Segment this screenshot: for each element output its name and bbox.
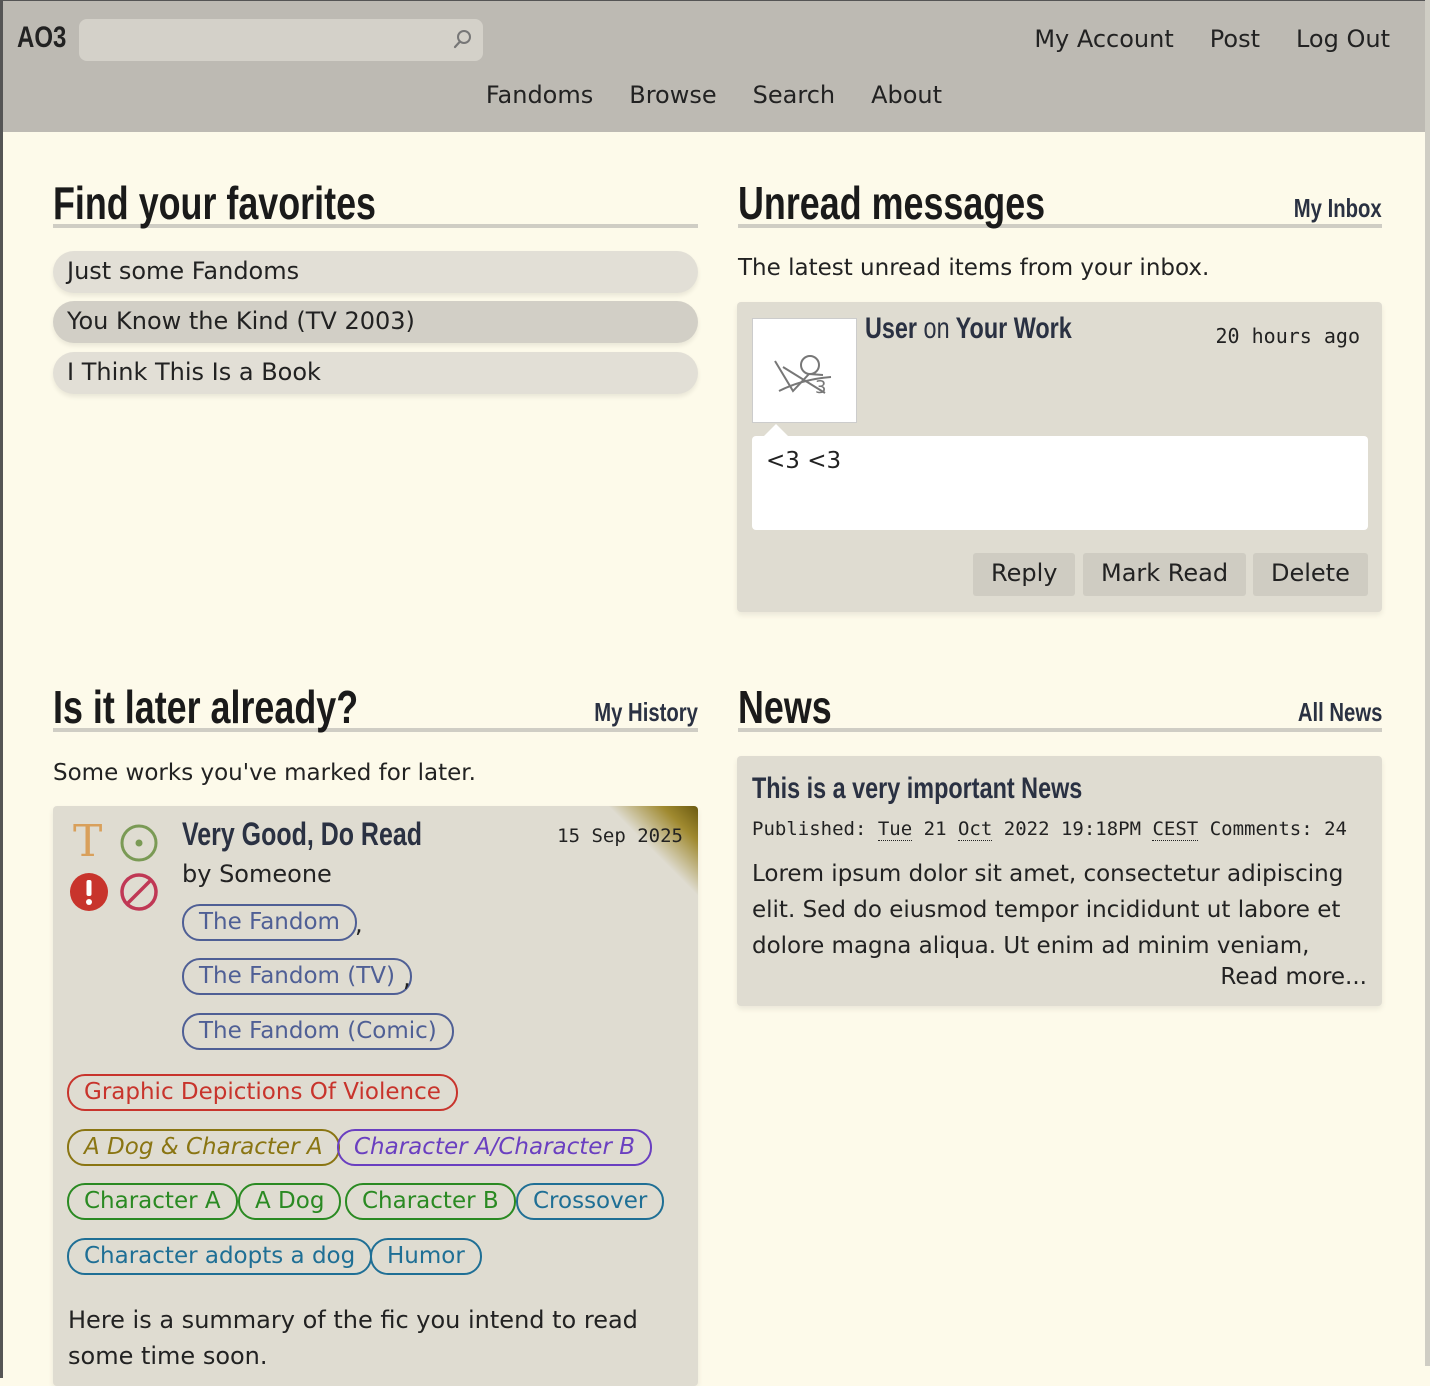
avatar[interactable]: 3 <box>752 318 857 423</box>
work-title-link[interactable]: Very Good, Do Read <box>182 816 422 853</box>
mark-read-button[interactable]: Mark Read <box>1083 553 1247 596</box>
svg-text:3: 3 <box>815 377 826 398</box>
site-logo[interactable]: AO3 <box>17 21 66 55</box>
published-timezone: CEST <box>1152 818 1199 841</box>
favorite-item[interactable]: I Think This Is a Book <box>53 352 698 394</box>
window-frame <box>0 0 3 1378</box>
news-header: News All News <box>738 681 1382 733</box>
published-label: Published: <box>752 818 867 840</box>
messages-intro: The latest unread items from your inbox. <box>738 255 1210 281</box>
favorite-item[interactable]: Just some Fandoms <box>53 251 698 293</box>
nav-post[interactable]: Post <box>1210 25 1260 53</box>
tag-separator: , <box>403 964 411 992</box>
nav-log-out[interactable]: Log Out <box>1296 25 1390 53</box>
message-title: User on Your Work <box>865 312 1072 346</box>
search-icon[interactable] <box>453 29 473 49</box>
read-more-link[interactable]: Read more... <box>1220 964 1367 990</box>
work-card: T Very Good, Do Read 15 Sep 2025 by Some… <box>53 806 698 1386</box>
later-header: Is it later already? My History <box>53 681 698 733</box>
news-item-title-link[interactable]: This is a very important News <box>752 772 1082 806</box>
character-tag[interactable]: A Dog <box>238 1183 342 1220</box>
tag-separator: , <box>355 910 363 938</box>
message-card: 3 User on Your Work 20 hours ago <3 <3 R… <box>737 302 1382 612</box>
fandom-tag[interactable]: The Fandom (TV) <box>182 958 412 995</box>
scrollbar[interactable] <box>1425 0 1430 1366</box>
fandom-tag[interactable]: The Fandom (Comic) <box>182 1013 454 1050</box>
nav-search[interactable]: Search <box>753 81 835 109</box>
comments-count: 24 <box>1324 818 1347 840</box>
news-meta: Published: Tue 21 Oct 2022 19:18PM CEST … <box>752 818 1347 841</box>
work-author-link[interactable]: by Someone <box>182 860 332 888</box>
freeform-tag[interactable]: Humor <box>370 1238 482 1275</box>
character-tag[interactable]: Character A <box>67 1183 238 1220</box>
message-work-link[interactable]: Your Work <box>956 312 1072 345</box>
news-excerpt: Lorem ipsum dolor sit amet, consectetur … <box>752 861 1344 959</box>
published-day: Tue <box>877 818 913 841</box>
favorites-title: Find your favorites <box>53 177 376 229</box>
fandom-tag[interactable]: The Fandom <box>182 904 357 941</box>
main-nav: Fandoms Browse Search About <box>3 81 1425 109</box>
published-month: Oct <box>957 818 993 841</box>
my-history-link[interactable]: My History <box>594 697 698 728</box>
my-inbox-link[interactable]: My Inbox <box>1294 193 1382 224</box>
news-card: This is a very important News Published:… <box>737 756 1382 1006</box>
freeform-tag[interactable]: Crossover <box>516 1183 665 1220</box>
search-input[interactable] <box>79 19 483 61</box>
account-nav: My Account Post Log Out <box>1034 25 1390 53</box>
message-time: 20 hours ago <box>1215 324 1361 348</box>
work-date: 15 Sep 2025 <box>557 825 683 847</box>
relationship-tag[interactable]: Character A/Character B <box>337 1129 652 1166</box>
message-user-link[interactable]: User <box>865 312 917 345</box>
all-news-link[interactable]: All News <box>1297 697 1382 728</box>
category-gen-icon[interactable] <box>119 823 159 863</box>
work-corner-decoration <box>608 806 698 896</box>
nav-browse[interactable]: Browse <box>629 81 716 109</box>
nav-my-account[interactable]: My Account <box>1034 25 1173 53</box>
warning-tag[interactable]: Graphic Depictions Of Violence <box>67 1074 458 1111</box>
reply-button[interactable]: Reply <box>973 553 1076 596</box>
messages-header: Unread messages My Inbox <box>738 177 1382 229</box>
news-title: News <box>738 681 832 733</box>
comments-label: Comments: <box>1209 818 1313 840</box>
messages-title: Unread messages <box>738 177 1046 229</box>
later-title: Is it later already? <box>53 681 359 733</box>
message-body: <3 <3 <box>752 424 1368 530</box>
favorite-item[interactable]: You Know the Kind (TV 2003) <box>53 301 698 343</box>
message-on-word: on <box>923 312 950 345</box>
nav-fandoms[interactable]: Fandoms <box>486 81 593 109</box>
published-date: 21 <box>923 818 947 840</box>
relationship-tag[interactable]: A Dog & Character A <box>67 1129 340 1166</box>
work-summary: Here is a summary of the fic you intend … <box>68 1306 638 1370</box>
character-tag[interactable]: Character B <box>345 1183 516 1220</box>
published-year-time: 2022 19:18PM <box>1003 818 1142 840</box>
freeform-tag[interactable]: Character adopts a dog <box>67 1238 373 1275</box>
rating-teen-icon[interactable]: T <box>73 816 102 867</box>
later-intro: Some works you've marked for later. <box>53 760 476 786</box>
incomplete-status-icon[interactable] <box>119 872 159 912</box>
favorites-header: Find your favorites <box>53 177 698 229</box>
nav-about[interactable]: About <box>871 81 942 109</box>
delete-button[interactable]: Delete <box>1253 553 1368 596</box>
default-avatar-icon: 3 <box>774 355 832 398</box>
site-header: AO3 My Account Post Log Out Fandoms Brow… <box>3 1 1425 132</box>
warning-icon[interactable] <box>69 872 109 912</box>
